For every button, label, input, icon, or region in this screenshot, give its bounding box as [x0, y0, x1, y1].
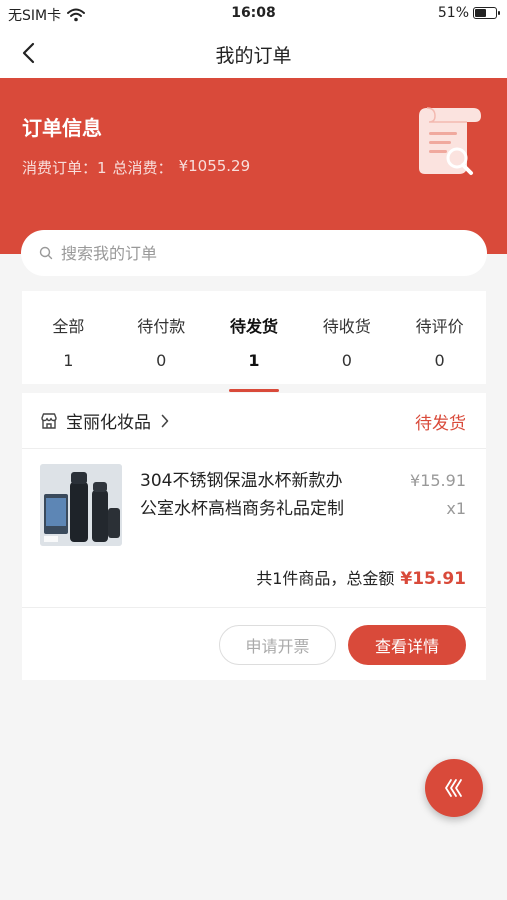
tab-label: 待付款	[137, 317, 186, 336]
battery-group: 51%	[437, 5, 500, 21]
tab-label: 待发货	[229, 317, 278, 336]
banner-summary: 消费订单：1 总消费： ¥1055.29	[22, 157, 250, 178]
request-invoice-button[interactable]: 申请开票	[219, 625, 336, 665]
product-quantity: x1	[446, 499, 466, 518]
store-icon	[41, 412, 57, 429]
spend-label: 总消费：	[112, 159, 173, 177]
tab-count: 0	[434, 351, 445, 370]
order-total-row: 共1件商品，总金额 ¥15.91	[22, 561, 486, 608]
total-amount: ¥15.91	[400, 569, 466, 589]
shop-name: 宝丽化妆品	[66, 413, 151, 433]
tab-count: 0	[341, 351, 352, 370]
tab-all[interactable]: 全部 1	[22, 291, 115, 384]
search-bar[interactable]	[21, 230, 487, 276]
spend-value: ¥1055.29	[178, 157, 251, 175]
tab-pending-shipment[interactable]: 待发货 1	[208, 291, 301, 392]
scroll-document-icon	[419, 107, 481, 175]
tab-label: 待评价	[415, 317, 464, 336]
orders-count: 消费订单：1	[22, 159, 107, 177]
order-status: 待发货	[415, 414, 466, 434]
order-summary: 共1件商品，总金额 ¥15.91	[256, 565, 466, 589]
banner-title: 订单信息	[22, 116, 102, 140]
shop-row[interactable]: 宝丽化妆品 待发货	[22, 393, 486, 449]
tab-pending-payment[interactable]: 待付款 0	[115, 291, 208, 384]
order-actions: 申请开票 查看详情	[22, 608, 486, 679]
tab-pending-review[interactable]: 待评价 0	[393, 291, 486, 384]
battery-percent: 51%	[437, 5, 469, 21]
collapse-arrows-icon	[445, 779, 462, 797]
product-thumbnail	[40, 464, 122, 546]
page-title: 我的订单	[215, 45, 292, 67]
order-info-banner: 订单信息 消费订单：1 总消费： ¥1055.29	[0, 78, 507, 254]
tab-count: 0	[156, 351, 167, 370]
search-icon	[39, 246, 53, 260]
active-tab-indicator	[228, 389, 279, 392]
status-bar: 无SIM卡 16:08 51%	[0, 0, 507, 28]
product-name: 304不锈钢保温水杯新款办公室水杯高档商务礼品定制	[140, 471, 344, 519]
product-price: ¥15.91	[410, 471, 466, 490]
tab-label: 全部	[52, 317, 85, 336]
tab-label: 待收货	[322, 317, 371, 336]
chevron-right-icon	[161, 414, 169, 427]
thermos-image	[40, 464, 122, 546]
summary-text: 共1件商品，总金额	[256, 569, 395, 588]
clock: 16:08	[231, 5, 276, 21]
view-details-button[interactable]: 查看详情	[348, 625, 466, 665]
tab-count: 1	[63, 351, 74, 370]
product-item[interactable]: 304不锈钢保温水杯新款办公室水杯高档商务礼品定制 ¥15.91 x1	[22, 449, 486, 561]
tab-pending-receipt[interactable]: 待收货 0	[300, 291, 393, 384]
battery-icon	[473, 7, 500, 19]
search-input[interactable]	[61, 243, 441, 263]
floating-menu-button[interactable]	[425, 759, 483, 817]
order-status-tabs: 全部 1 待付款 0 待发货 1 待收货 0 待评价 0	[22, 291, 486, 392]
tab-count: 1	[248, 351, 260, 370]
nav-bar: 我的订单	[0, 28, 507, 78]
order-card: 宝丽化妆品 待发货 304不锈钢保温水杯新款办公室水杯高档商务礼品定制 ¥15.…	[22, 393, 486, 680]
